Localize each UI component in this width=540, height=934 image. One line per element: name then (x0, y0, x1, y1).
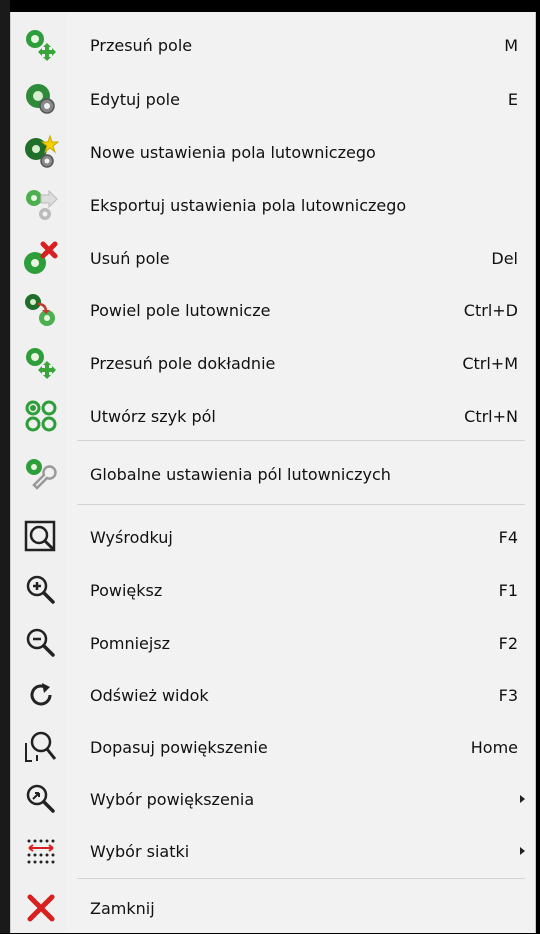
move-exact-icon (23, 345, 59, 381)
menu-separator (77, 440, 525, 441)
menu-item-edit-pad[interactable]: Edytuj pole E (11, 73, 535, 125)
export-pad-settings-icon (23, 187, 59, 223)
menu-item-move-pad[interactable]: Przesuń pole M (11, 19, 535, 71)
menu-item-shortcut: E (507, 89, 518, 109)
menu-item-grid-select[interactable]: Wybór siatki (11, 825, 535, 877)
zoom-in-icon (23, 572, 59, 608)
menu-item-new-pad-settings[interactable]: Nowe ustawienia pola lutowniczego (11, 126, 535, 178)
duplicate-pad-icon (23, 292, 59, 328)
menu-item-shortcut: F4 (498, 527, 518, 547)
refresh-icon (23, 677, 59, 713)
menu-item-shortcut: Home (470, 737, 518, 757)
submenu-arrow-icon (520, 847, 525, 855)
menu-item-label: Powiel pole lutownicze (90, 300, 271, 320)
close-icon (23, 890, 59, 926)
new-pad-settings-icon (23, 134, 59, 170)
window-top-edge (0, 0, 540, 12)
menu-item-shortcut: Del (491, 248, 518, 268)
menu-item-shortcut: F2 (498, 633, 518, 653)
menu-item-label: Powiększ (90, 580, 163, 600)
grid-select-icon (23, 833, 59, 869)
menu-item-duplicate-pad[interactable]: Powiel pole lutownicze Ctrl+D (11, 284, 535, 336)
move-pad-icon (23, 27, 59, 63)
menu-item-label: Utwórz szyk pól (90, 406, 216, 426)
menu-item-zoom-in[interactable]: Powiększ F1 (11, 564, 535, 616)
menu-item-shortcut: F1 (498, 580, 518, 600)
menu-separator (77, 878, 525, 879)
menu-item-label: Edytuj pole (90, 89, 180, 109)
context-menu: Przesuń pole M Edytuj pole E Nowe ustawi… (10, 12, 536, 933)
edit-pad-icon (23, 81, 59, 117)
menu-item-label: Dopasuj powiększenie (90, 737, 268, 757)
menu-item-move-exact[interactable]: Przesuń pole dokładnie Ctrl+M (11, 337, 535, 389)
menu-item-label: Usuń pole (90, 248, 170, 268)
menu-item-zoom-select[interactable]: Wybór powiększenia (11, 773, 535, 825)
menu-item-shortcut: M (504, 35, 518, 55)
menu-item-shortcut: Ctrl+M (462, 353, 518, 373)
menu-item-shortcut: F3 (498, 685, 518, 705)
menu-item-label: Odśwież widok (90, 685, 209, 705)
menu-item-label: Wybór powiększenia (90, 789, 255, 809)
menu-item-zoom-out[interactable]: Pomniejsz F2 (11, 617, 535, 669)
menu-item-label: Zamknij (90, 898, 155, 918)
menu-item-label: Przesuń pole (90, 35, 193, 55)
menu-item-close[interactable]: Zamknij (11, 882, 535, 934)
delete-pad-icon (23, 240, 59, 276)
menu-item-global-pad-settings[interactable]: Globalne ustawienia pól lutowniczych (11, 448, 535, 500)
zoom-out-icon (23, 625, 59, 661)
menu-item-label: Wybór siatki (90, 841, 190, 861)
menu-item-label: Nowe ustawienia pola lutowniczego (90, 142, 376, 162)
center-view-icon (23, 519, 59, 555)
menu-item-label: Wyśrodkuj (90, 527, 173, 547)
menu-item-refresh[interactable]: Odśwież widok F3 (11, 669, 535, 721)
menu-item-label: Globalne ustawienia pól lutowniczych (90, 464, 391, 484)
array-pads-icon (23, 398, 59, 434)
menu-item-center-view[interactable]: Wyśrodkuj F4 (11, 511, 535, 563)
submenu-arrow-icon (520, 795, 525, 803)
zoom-fit-icon (23, 729, 59, 765)
menu-separator (77, 504, 525, 505)
canvas-edge (0, 0, 10, 933)
menu-item-zoom-fit[interactable]: Dopasuj powiększenie Home (11, 721, 535, 773)
menu-item-label: Pomniejsz (90, 633, 171, 653)
menu-item-create-array[interactable]: Utwórz szyk pól Ctrl+N (11, 390, 535, 442)
menu-item-label: Eksportuj ustawienia pola lutowniczego (90, 195, 407, 215)
menu-item-label: Przesuń pole dokładnie (90, 353, 276, 373)
zoom-select-icon (23, 781, 59, 817)
menu-item-export-pad-settings[interactable]: Eksportuj ustawienia pola lutowniczego (11, 179, 535, 231)
menu-item-delete-pad[interactable]: Usuń pole Del (11, 232, 535, 284)
menu-item-shortcut: Ctrl+N (464, 406, 518, 426)
menu-item-shortcut: Ctrl+D (463, 300, 518, 320)
global-pad-settings-icon (23, 456, 59, 492)
